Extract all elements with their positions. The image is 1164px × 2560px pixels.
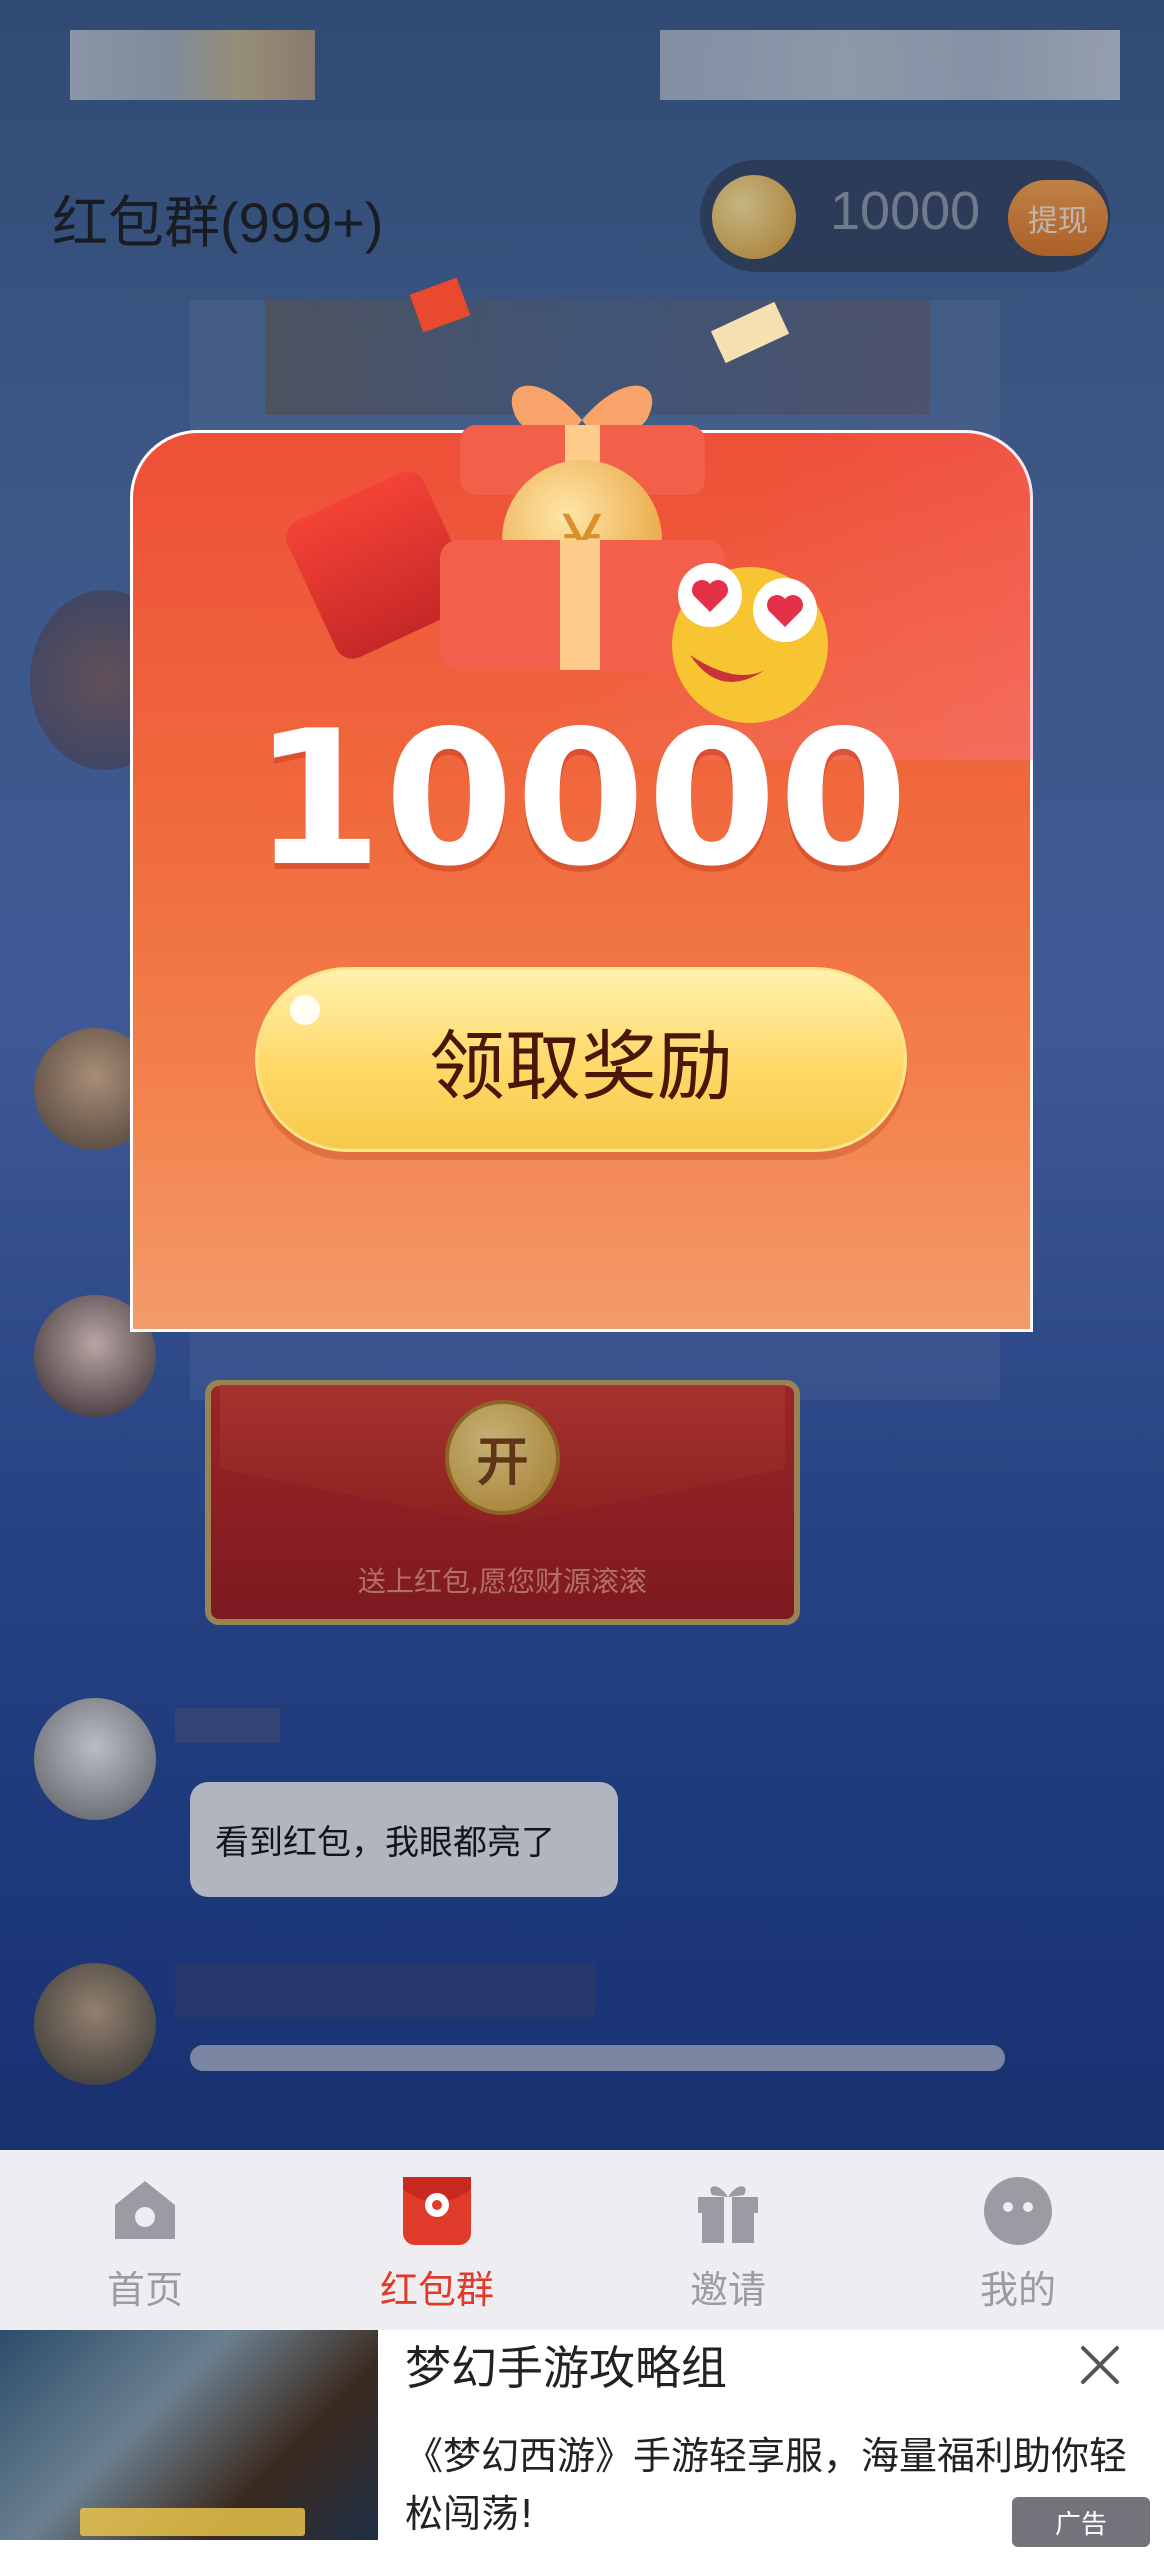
home-icon xyxy=(115,2181,175,2239)
red-packet-icon xyxy=(403,2177,471,2245)
tab-profile[interactable]: 我的 xyxy=(918,2150,1118,2330)
button-shine xyxy=(290,995,320,1025)
ad-title[interactable]: 梦幻手游攻略组 xyxy=(405,2332,727,2398)
tab-label: 首页 xyxy=(106,2268,183,2312)
claim-reward-button[interactable]: 领取奖励 xyxy=(255,967,907,1152)
reward-amount: 10000 xyxy=(252,690,911,907)
ad-thumbnail-label xyxy=(80,2508,305,2536)
tab-invite[interactable]: 邀请 xyxy=(628,2150,828,2330)
tab-home[interactable]: 首页 xyxy=(45,2150,245,2330)
profile-icon xyxy=(984,2177,1052,2245)
tab-label: 邀请 xyxy=(689,2268,766,2312)
ad-tag[interactable]: 广告 xyxy=(1012,2497,1150,2547)
tab-label: 我的 xyxy=(979,2268,1056,2312)
close-icon[interactable] xyxy=(1075,2340,1125,2390)
gift-icon xyxy=(698,2186,758,2243)
tab-label: 红包群 xyxy=(379,2268,494,2312)
tab-red-packet-group[interactable]: 红包群 xyxy=(337,2150,537,2330)
